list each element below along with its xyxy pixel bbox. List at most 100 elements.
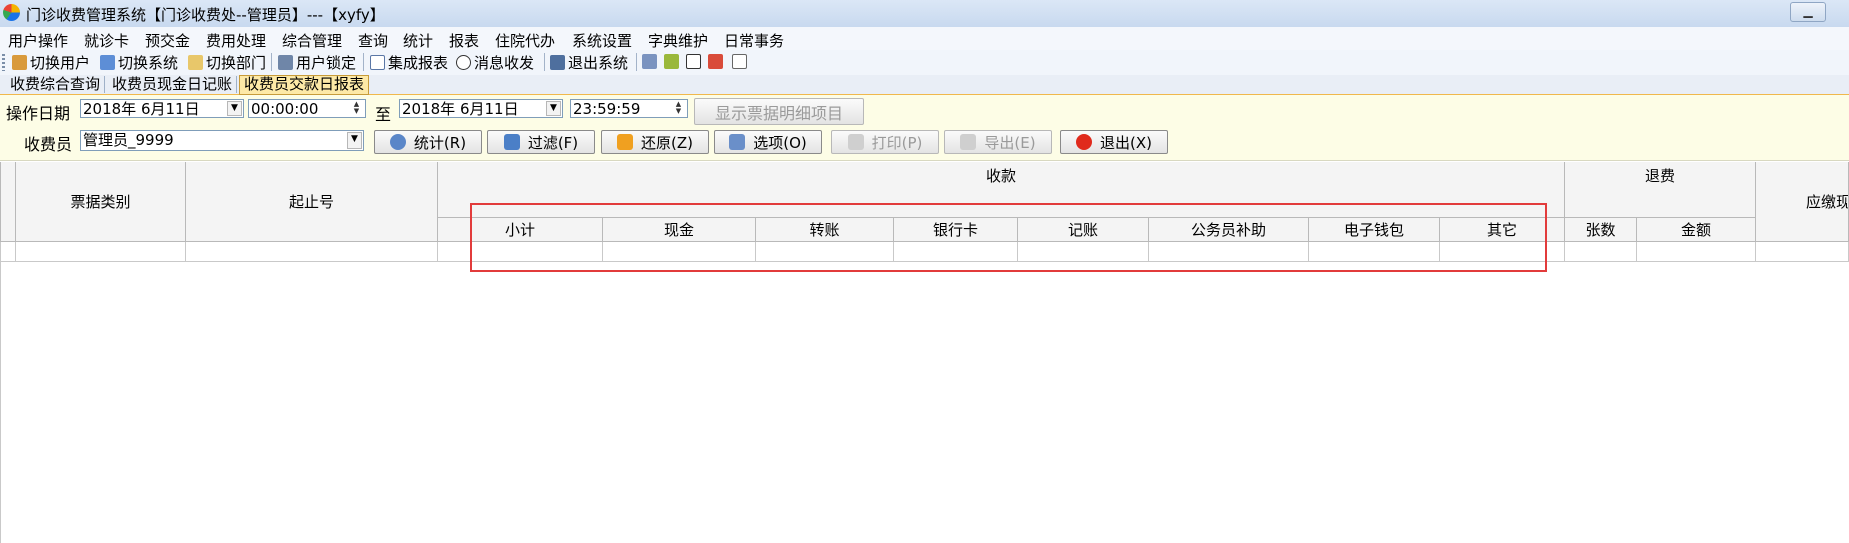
- filter-grid-icon: [503, 134, 520, 150]
- chevron-down-icon[interactable]: ▼: [546, 101, 561, 116]
- stat-button[interactable]: 统计(R): [374, 130, 482, 154]
- export-label: 导出(E): [984, 133, 1036, 152]
- exit-system-label: 退出系统: [568, 53, 629, 72]
- message-label: 消息收发: [474, 53, 535, 72]
- switch-system-label: 切换系统: [118, 53, 179, 72]
- app-logo-icon: [3, 4, 20, 21]
- tab-daily-payment-report[interactable]: 收费员交款日报表: [239, 75, 370, 95]
- users-icon: [12, 54, 27, 70]
- table-cell[interactable]: [1637, 242, 1756, 262]
- message-button[interactable]: 消息收发: [456, 52, 534, 72]
- col-bill-type[interactable]: 票据类别: [16, 162, 186, 242]
- menu-prepay[interactable]: 预交金: [145, 30, 190, 51]
- end-time-field[interactable]: 23:59:59 ▲ ▼: [570, 99, 688, 118]
- start-date-picker[interactable]: 2018年 6月11日 ▼: [80, 99, 244, 118]
- system-switch-icon: [100, 54, 115, 70]
- show-detail-label: 显示票据明细项目: [714, 103, 843, 123]
- table-cell[interactable]: [1565, 242, 1637, 262]
- table-cell[interactable]: [1756, 242, 1849, 262]
- cashier-label: 收费员: [24, 135, 73, 154]
- table-cell[interactable]: [16, 242, 186, 262]
- tab-cash-journal[interactable]: 收费员现金日记账: [108, 76, 238, 93]
- row-indicator-header: [0, 162, 16, 242]
- lock-user-button[interactable]: 用户锁定: [278, 52, 356, 72]
- integrated-report-label: 集成报表: [388, 53, 449, 72]
- department-icon: [188, 54, 203, 70]
- date-label: 操作日期: [6, 104, 71, 123]
- tab-comprehensive-query[interactable]: 收费综合查询: [6, 76, 106, 93]
- chevron-down-icon[interactable]: ▼: [227, 101, 242, 116]
- redo-arrow-icon: [617, 134, 633, 150]
- toolbar: 切换用户 切换系统 切换部门 用户锁定 集成报表 消息收发 退出系统: [0, 50, 1849, 76]
- cashier-select[interactable]: 管理员_9999 ▼: [80, 130, 364, 151]
- end-date-picker[interactable]: 2018年 6月11日 ▼: [399, 99, 563, 118]
- toolbar-separator: [544, 53, 545, 71]
- menu-reports[interactable]: 报表: [449, 30, 479, 51]
- minimize-button[interactable]: ▁: [1790, 2, 1826, 22]
- power-icon: [1076, 134, 1092, 150]
- menu-settings[interactable]: 系统设置: [572, 30, 632, 51]
- options-label: 选项(O): [753, 133, 807, 152]
- print-label: 打印(P): [871, 133, 923, 152]
- filter-panel: 操作日期 2018年 6月11日 ▼ 00:00:00 ▲ ▼ 至 2018年 6…: [0, 95, 1849, 161]
- end-date-value: 2018年 6月11日: [402, 100, 519, 118]
- switch-dept-button[interactable]: 切换部门: [188, 52, 266, 72]
- print-button[interactable]: 打印(P): [831, 130, 939, 154]
- restore-button[interactable]: 还原(Z): [601, 130, 709, 154]
- restore-label: 还原(Z): [641, 133, 693, 152]
- row-indicator[interactable]: [0, 242, 16, 262]
- col-range[interactable]: 起止号: [186, 162, 438, 242]
- menu-stats[interactable]: 统计: [403, 30, 433, 51]
- integrated-report-button[interactable]: 集成报表: [370, 52, 448, 72]
- export-icon: [960, 134, 977, 150]
- filter-button[interactable]: 过滤(F): [487, 130, 595, 154]
- title-bar: 门诊收费管理系统【门诊收费处--管理员】---【xyfy】 ▁: [0, 0, 1849, 28]
- window-title: 门诊收费管理系统【门诊收费处--管理员】---【xyfy】: [26, 6, 385, 24]
- exit-system-button[interactable]: 退出系统: [550, 52, 628, 72]
- menu-query[interactable]: 查询: [358, 30, 388, 51]
- spin-updown-icon[interactable]: ▲ ▼: [349, 101, 364, 116]
- table-cell[interactable]: [186, 242, 438, 262]
- tab-strip: 收费综合查询 收费员现金日记账 收费员交款日报表: [0, 75, 1849, 96]
- toolbar-grip[interactable]: [2, 54, 5, 71]
- switch-system-button[interactable]: 切换系统: [100, 52, 178, 72]
- menu-dictionary[interactable]: 字典维护: [648, 30, 708, 51]
- menu-fee[interactable]: 费用处理: [206, 30, 266, 51]
- menu-inpatient[interactable]: 住院代办: [495, 30, 555, 51]
- edit-icon[interactable]: [642, 54, 657, 69]
- menu-general[interactable]: 综合管理: [282, 30, 342, 51]
- checkbox-icon[interactable]: [686, 54, 701, 69]
- medal-icon[interactable]: [664, 54, 679, 69]
- switch-user-label: 切换用户: [30, 53, 91, 72]
- switch-dept-label: 切换部门: [206, 53, 267, 72]
- highlight-box: [470, 203, 1547, 272]
- toolbar-separator: [271, 53, 272, 71]
- cashier-value: 管理员_9999: [83, 131, 174, 149]
- window-icon[interactable]: [732, 54, 747, 69]
- user-lock-icon: [278, 54, 293, 70]
- exit-label: 退出(X): [1100, 133, 1152, 152]
- copy-red-icon[interactable]: [708, 54, 723, 69]
- exit-button[interactable]: 退出(X): [1060, 130, 1168, 154]
- refresh-icon: [389, 134, 406, 150]
- col-due-cash[interactable]: 应缴现: [1756, 162, 1849, 242]
- start-time-field[interactable]: 00:00:00 ▲ ▼: [248, 99, 366, 118]
- chevron-down-icon[interactable]: ▼: [347, 132, 362, 149]
- col-count[interactable]: 张数: [1565, 218, 1637, 242]
- switch-user-button[interactable]: 切换用户: [12, 52, 90, 72]
- menu-card[interactable]: 就诊卡: [84, 30, 129, 51]
- toolbar-separator: [363, 53, 364, 71]
- show-detail-button[interactable]: 显示票据明细项目: [694, 98, 864, 125]
- menu-daily[interactable]: 日常事务: [724, 30, 784, 51]
- lock-user-label: 用户锁定: [296, 53, 357, 72]
- start-time-value: 00:00:00: [251, 100, 319, 118]
- info-icon: [456, 54, 471, 70]
- options-button[interactable]: 选项(O): [714, 130, 822, 154]
- menu-user-ops[interactable]: 用户操作: [8, 30, 68, 51]
- report-icon: [370, 54, 385, 70]
- export-button[interactable]: 导出(E): [944, 130, 1052, 154]
- group-refund: 退费: [1565, 162, 1756, 218]
- spin-updown-icon[interactable]: ▲ ▼: [671, 101, 686, 116]
- col-amount[interactable]: 金额: [1637, 218, 1756, 242]
- stat-label: 统计(R): [413, 133, 467, 152]
